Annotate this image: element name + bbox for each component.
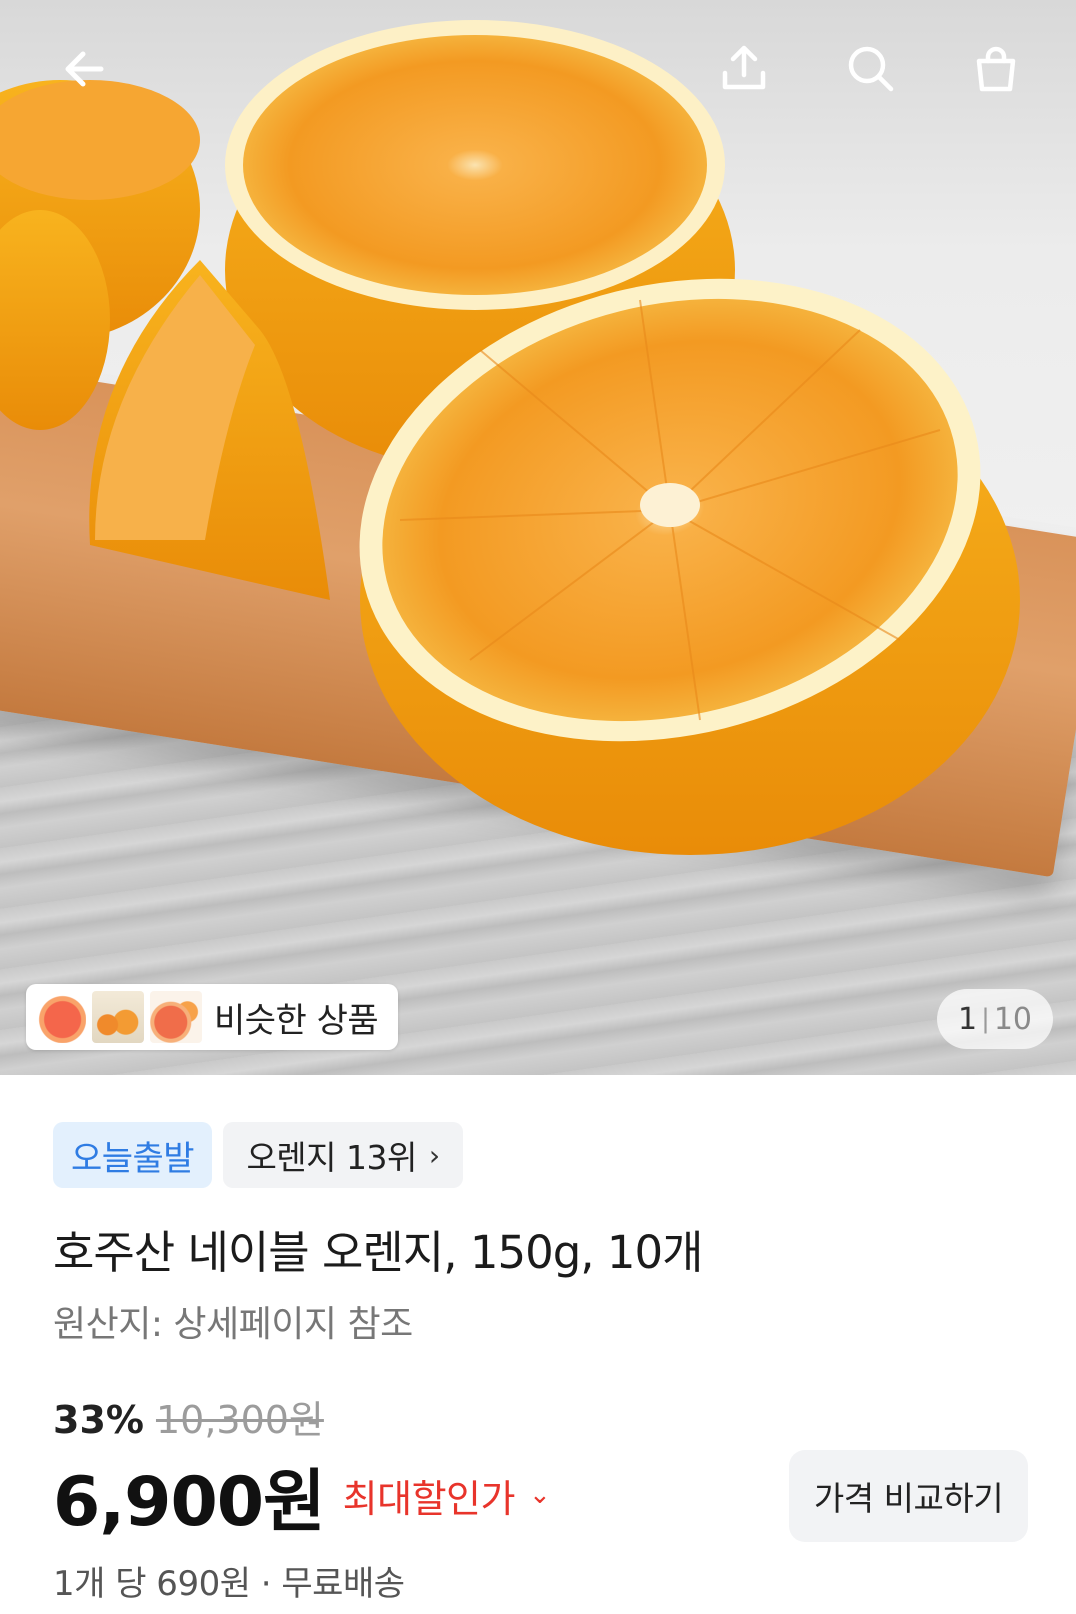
unit-price-shipping: 1개 당 690원 · 무료배송 [53, 1564, 405, 1604]
product-origin: 원산지: 상세페이지 참조 [53, 1304, 413, 1345]
search-icon [848, 46, 894, 92]
similar-thumbnail [150, 991, 202, 1043]
similar-products-label: 비슷한 상품 [214, 1000, 379, 1041]
compare-price-button[interactable]: 가격 비교하기 [789, 1450, 1028, 1542]
product-title: 호주산 네이블 오렌지, 150g, 10개 [53, 1226, 704, 1279]
category-rank-label: 오렌지 13위 [246, 1138, 417, 1177]
search-button[interactable] [836, 34, 906, 104]
shopping-bag-icon [976, 46, 1016, 92]
page-separator: | [981, 1004, 990, 1034]
price-row: 6,900원 최대할인가 ⌄ [53, 1455, 551, 1542]
similar-thumbnail [34, 991, 86, 1043]
cart-button[interactable] [961, 34, 1031, 104]
discount-rate: 33% [53, 1398, 144, 1442]
max-discount-label: 최대할인가 [342, 1476, 516, 1521]
product-image[interactable] [0, 0, 1076, 1075]
sale-price: 6,900원 [53, 1462, 326, 1542]
top-navigation-bar [0, 0, 1076, 140]
arrow-left-icon [65, 51, 104, 87]
image-page-indicator: 1 | 10 [937, 989, 1053, 1049]
category-rank-badge[interactable]: 오렌지 13위 › [223, 1122, 463, 1188]
max-discount-toggle[interactable]: 최대할인가 ⌄ [343, 1468, 551, 1523]
today-shipping-badge: 오늘출발 [53, 1122, 212, 1188]
share-button[interactable] [709, 34, 779, 104]
page-current: 1 [957, 1001, 978, 1037]
chevron-right-icon: › [428, 1138, 440, 1172]
page-total: 10 [993, 1001, 1033, 1037]
share-upload-icon [722, 45, 766, 90]
orange-illustration [0, 20, 1020, 855]
chevron-down-icon: ⌄ [528, 1480, 551, 1510]
discount-row: 33% 10,300원 [53, 1389, 324, 1444]
similar-thumbnail [92, 991, 144, 1043]
original-price: 10,300원 [155, 1398, 324, 1442]
similar-products-chip[interactable]: 비슷한 상품 [26, 984, 398, 1050]
back-button[interactable] [50, 34, 120, 104]
